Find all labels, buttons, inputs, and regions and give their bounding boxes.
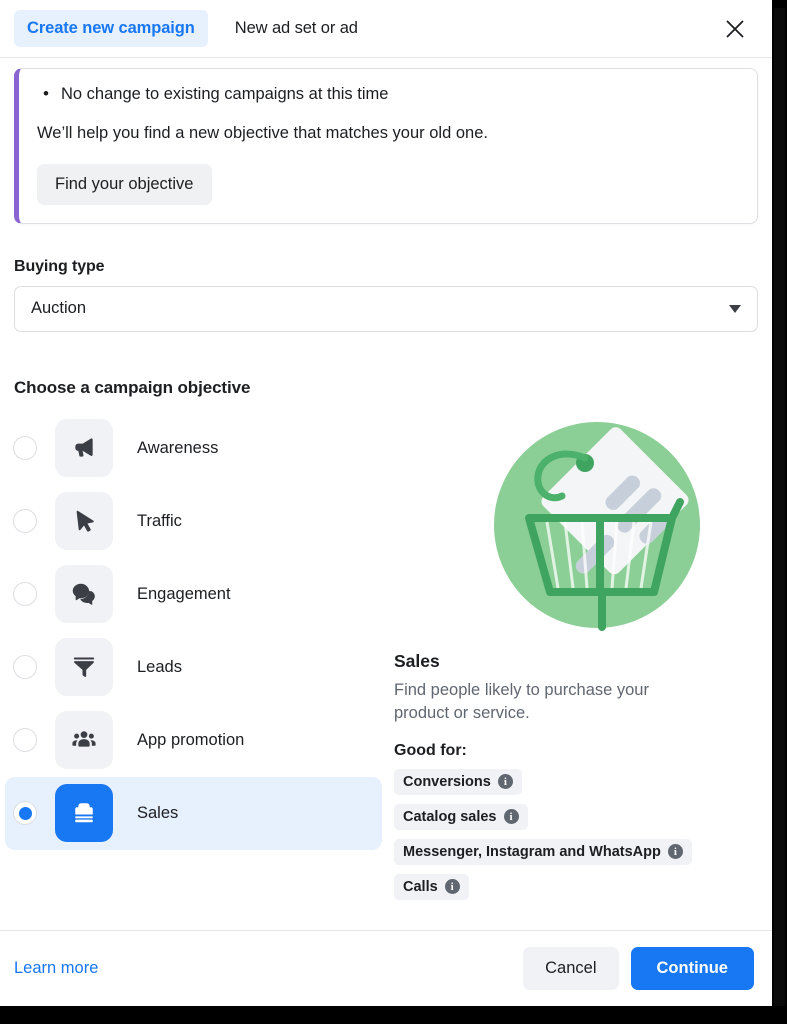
tab-new-ad-set-or-ad[interactable]: New ad set or ad [222,10,371,47]
cursor-icon [55,492,113,551]
objective-row-sales[interactable]: Sales [5,776,382,850]
objective-chooser: Awareness Traffic Engagement Leads App p… [0,412,772,909]
bottom-window-edge [0,1006,787,1024]
chip-messenger-instagram-whatsapp: Messenger, Instagram and WhatsApp i [394,838,692,865]
dialog-body: No change to existing campaigns at this … [0,58,772,930]
buying-type-label: Buying type [14,257,105,275]
objective-label: Sales [137,803,179,822]
objective-row-engagement[interactable]: Engagement [5,558,382,631]
chip-calls: Calls i [394,873,469,900]
radio-engagement[interactable] [13,582,37,607]
cancel-button[interactable]: Cancel [523,947,619,990]
dialog-header: Create new campaign New ad set or ad [0,0,772,58]
chat-bubbles-icon [55,565,113,624]
chip-label: Calls [403,878,438,895]
radio-awareness[interactable] [13,436,37,461]
good-for-label: Good for: [394,741,467,759]
find-your-objective-button[interactable]: Find your objective [37,163,212,205]
objective-label: Engagement [137,584,231,603]
objective-change-notice: No change to existing campaigns at this … [14,68,758,224]
choose-objective-heading: Choose a campaign objective [14,377,251,397]
info-icon[interactable]: i [667,844,683,860]
app-root: Create new campaign New ad set or ad No … [0,0,787,1024]
radio-traffic[interactable] [13,509,37,534]
continue-button[interactable]: Continue [630,947,754,990]
objective-detail-panel: Sales Find people likely to purchase you… [382,412,758,909]
objective-list: Awareness Traffic Engagement Leads App p… [0,412,382,909]
chip-catalog-sales: Catalog sales i [394,803,528,830]
chevron-down-icon[interactable] [729,304,741,313]
chip-conversions: Conversions i [394,768,522,795]
objective-row-leads[interactable]: Leads [5,631,382,704]
create-campaign-dialog: Create new campaign New ad set or ad No … [0,0,772,1006]
chip-label: Catalog sales [403,808,497,825]
radio-app-promotion[interactable] [13,728,37,753]
buying-type-section: Buying type Auction Choose a campaign ob… [0,258,772,398]
objective-label: Leads [137,657,182,676]
detail-description: Find people likely to purchase your prod… [394,680,649,723]
objective-row-app-promotion[interactable]: App promotion [5,704,382,777]
dialog-footer: Learn more Cancel Continue [0,930,772,1006]
vertical-scrollbar[interactable] [774,8,785,1016]
people-group-icon [55,711,113,770]
radio-sales[interactable] [13,801,37,826]
shopping-cart-with-price-tag-illustration [454,421,740,637]
megaphone-icon [55,419,113,478]
briefcase-icon [55,784,113,843]
funnel-icon [55,638,113,697]
objective-label: Awareness [137,438,219,457]
buying-type-value: Auction [31,299,87,318]
notice-bullet-list: No change to existing campaigns at this … [41,82,739,107]
notice-bullet: No change to existing campaigns at this … [41,82,739,107]
tab-create-new-campaign[interactable]: Create new campaign [14,10,208,47]
chip-label: Conversions [403,773,491,790]
radio-leads[interactable] [13,655,37,680]
chip-label: Messenger, Instagram and WhatsApp [403,843,661,860]
objective-label: Traffic [137,511,182,530]
objective-row-awareness[interactable]: Awareness [5,412,382,485]
info-icon[interactable]: i [444,879,460,895]
objective-label: App promotion [137,730,245,749]
objective-row-traffic[interactable]: Traffic [5,485,382,558]
good-for-chips: Conversions i Catalog sales i Messenger,… [394,768,758,909]
notice-paragraph: We’ll help you find a new objective that… [37,123,488,142]
learn-more-link[interactable]: Learn more [14,959,98,978]
buying-type-select[interactable]: Auction [14,285,758,332]
detail-title: Sales [394,650,440,671]
info-icon[interactable]: i [497,774,513,790]
info-icon[interactable]: i [503,809,519,825]
close-icon[interactable] [718,12,752,46]
